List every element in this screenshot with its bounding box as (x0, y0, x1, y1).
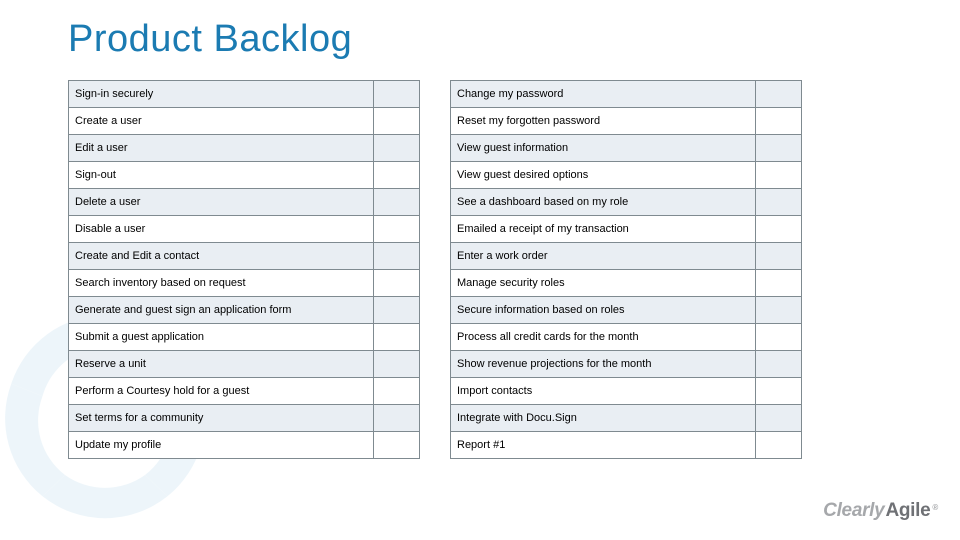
logo-part2: Agile (885, 500, 930, 522)
slide: Product Backlog Sign-in securelyCreate a… (0, 0, 960, 540)
backlog-spacer-cell (374, 378, 420, 405)
page-title: Product Backlog (68, 18, 352, 61)
clearlyagile-logo: ClearlyAgile® (823, 500, 938, 522)
table-row: Search inventory based on request (69, 270, 420, 297)
backlog-table-right: Change my passwordReset my forgotten pas… (450, 80, 802, 459)
backlog-spacer-cell (756, 81, 802, 108)
backlog-item: See a dashboard based on my role (451, 189, 756, 216)
table-row: View guest desired options (451, 162, 802, 189)
backlog-spacer-cell (374, 432, 420, 459)
backlog-spacer-cell (756, 405, 802, 432)
backlog-item: Reset my forgotten password (451, 108, 756, 135)
table-row: Create a user (69, 108, 420, 135)
backlog-item: Show revenue projections for the month (451, 351, 756, 378)
backlog-item: Create a user (69, 108, 374, 135)
table-row: Reserve a unit (69, 351, 420, 378)
backlog-spacer-cell (756, 189, 802, 216)
backlog-item: Change my password (451, 81, 756, 108)
table-row: Manage security roles (451, 270, 802, 297)
backlog-spacer-cell (756, 378, 802, 405)
backlog-spacer-cell (374, 405, 420, 432)
backlog-spacer-cell (374, 243, 420, 270)
backlog-spacer-cell (756, 351, 802, 378)
backlog-spacer-cell (374, 297, 420, 324)
table-row: See a dashboard based on my role (451, 189, 802, 216)
table-row: Submit a guest application (69, 324, 420, 351)
backlog-spacer-cell (374, 81, 420, 108)
table-row: Process all credit cards for the month (451, 324, 802, 351)
backlog-item: Create and Edit a contact (69, 243, 374, 270)
backlog-spacer-cell (756, 432, 802, 459)
backlog-spacer-cell (374, 270, 420, 297)
backlog-item: Edit a user (69, 135, 374, 162)
table-row: Sign-out (69, 162, 420, 189)
backlog-item: Search inventory based on request (69, 270, 374, 297)
backlog-spacer-cell (756, 243, 802, 270)
backlog-item: Enter a work order (451, 243, 756, 270)
table-row: View guest information (451, 135, 802, 162)
table-row: Emailed a receipt of my transaction (451, 216, 802, 243)
table-row: Show revenue projections for the month (451, 351, 802, 378)
backlog-spacer-cell (756, 162, 802, 189)
backlog-spacer-cell (374, 324, 420, 351)
backlog-spacer-cell (756, 297, 802, 324)
backlog-item: Delete a user (69, 189, 374, 216)
backlog-spacer-cell (756, 270, 802, 297)
backlog-item: Integrate with Docu.Sign (451, 405, 756, 432)
backlog-item: Secure information based on roles (451, 297, 756, 324)
backlog-item: Report #1 (451, 432, 756, 459)
backlog-item: Generate and guest sign an application f… (69, 297, 374, 324)
table-row: Edit a user (69, 135, 420, 162)
table-row: Sign-in securely (69, 81, 420, 108)
table-row: Integrate with Docu.Sign (451, 405, 802, 432)
table-row: Report #1 (451, 432, 802, 459)
table-row: Delete a user (69, 189, 420, 216)
table-row: Reset my forgotten password (451, 108, 802, 135)
table-row: Change my password (451, 81, 802, 108)
backlog-table-left: Sign-in securelyCreate a userEdit a user… (68, 80, 420, 459)
backlog-item: Set terms for a community (69, 405, 374, 432)
backlog-item: Sign-out (69, 162, 374, 189)
logo-part1: Clearly (823, 500, 884, 522)
table-row: Create and Edit a contact (69, 243, 420, 270)
backlog-item: Sign-in securely (69, 81, 374, 108)
backlog-spacer-cell (756, 324, 802, 351)
backlog-spacer-cell (374, 216, 420, 243)
table-row: Set terms for a community (69, 405, 420, 432)
backlog-spacer-cell (756, 108, 802, 135)
backlog-tables: Sign-in securelyCreate a userEdit a user… (68, 80, 802, 459)
logo-registered: ® (932, 503, 938, 512)
backlog-item: Manage security roles (451, 270, 756, 297)
backlog-spacer-cell (374, 108, 420, 135)
backlog-item: Import contacts (451, 378, 756, 405)
backlog-spacer-cell (374, 162, 420, 189)
backlog-item: View guest information (451, 135, 756, 162)
table-row: Update my profile (69, 432, 420, 459)
backlog-spacer-cell (756, 135, 802, 162)
table-row: Import contacts (451, 378, 802, 405)
backlog-spacer-cell (756, 216, 802, 243)
backlog-spacer-cell (374, 351, 420, 378)
backlog-item: Perform a Courtesy hold for a guest (69, 378, 374, 405)
backlog-item: Emailed a receipt of my transaction (451, 216, 756, 243)
backlog-item: View guest desired options (451, 162, 756, 189)
table-row: Enter a work order (451, 243, 802, 270)
table-row: Disable a user (69, 216, 420, 243)
backlog-spacer-cell (374, 189, 420, 216)
table-row: Generate and guest sign an application f… (69, 297, 420, 324)
backlog-item: Process all credit cards for the month (451, 324, 756, 351)
backlog-item: Reserve a unit (69, 351, 374, 378)
table-row: Perform a Courtesy hold for a guest (69, 378, 420, 405)
backlog-item: Disable a user (69, 216, 374, 243)
table-row: Secure information based on roles (451, 297, 802, 324)
backlog-item: Update my profile (69, 432, 374, 459)
backlog-spacer-cell (374, 135, 420, 162)
backlog-item: Submit a guest application (69, 324, 374, 351)
